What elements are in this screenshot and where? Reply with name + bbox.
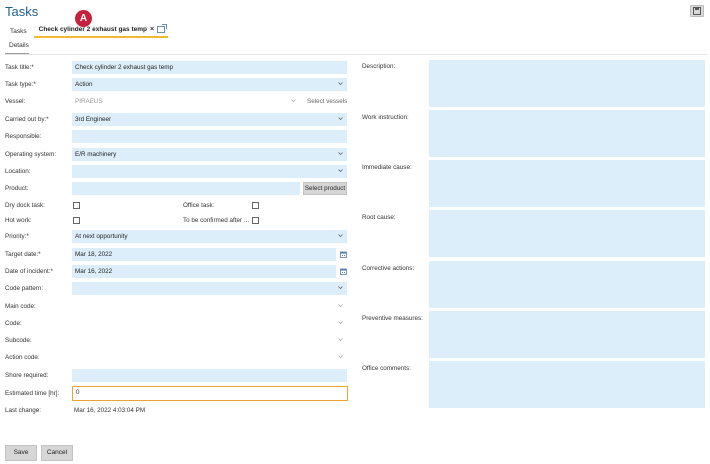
task-type-value: Action <box>75 81 93 88</box>
task-title-input[interactable]: Check cylinder 2 exhaust gas temp <box>72 61 347 74</box>
target-date-input[interactable]: Mar 18, 2022 <box>72 248 336 261</box>
preventive-measures-textarea[interactable] <box>429 311 705 358</box>
priority-value: At next opportunity <box>75 233 128 240</box>
vessel-label: Vessel: <box>5 98 26 105</box>
target-date-label: Target date:* <box>5 251 41 258</box>
root-cause-textarea[interactable] <box>429 210 705 257</box>
responsible-label: Responsible: <box>5 133 42 140</box>
operating-system-value: E/R machinery <box>75 151 117 158</box>
tab-active-task[interactable]: Check cylinder 2 exhaust gas temp × <box>33 24 169 38</box>
hot-work-label: Hot work: <box>5 217 32 224</box>
tab-active-label: Check cylinder 2 exhaust gas temp <box>38 26 148 33</box>
corrective-actions-textarea[interactable] <box>429 261 705 308</box>
save-button[interactable]: Save <box>5 445 37 461</box>
select-vessels-button[interactable]: Select vessels <box>307 95 347 108</box>
close-icon[interactable]: × <box>150 26 154 33</box>
task-title-value: Check cylinder 2 exhaust gas temp <box>75 64 174 71</box>
popout-icon[interactable] <box>157 24 168 33</box>
location-select[interactable] <box>72 165 347 178</box>
carried-out-by-value: 3rd Engineer <box>75 116 112 123</box>
task-title-label: Task title:* <box>5 64 34 71</box>
hot-work-checkbox[interactable] <box>73 217 80 224</box>
vessel-select[interactable]: PIRAEUS <box>72 95 300 108</box>
chevron-down-icon <box>291 98 296 103</box>
preventive-measures-label: Preventive measures: <box>362 315 423 322</box>
chevron-down-icon <box>338 354 343 359</box>
page-title: Tasks <box>5 4 39 19</box>
responsible-input[interactable] <box>72 130 347 143</box>
vessel-value: PIRAEUS <box>75 98 103 105</box>
code-pattern-select[interactable] <box>72 282 347 295</box>
product-label: Product: <box>5 185 29 192</box>
chevron-down-icon <box>338 303 343 308</box>
to-be-confirmed-label: To be confirmed after ... <box>183 217 250 224</box>
priority-select[interactable]: At next opportunity <box>72 230 347 243</box>
calendar-icon[interactable] <box>340 251 347 258</box>
chevron-down-icon <box>338 285 343 290</box>
operating-system-label: Operating system: <box>5 151 57 158</box>
product-input[interactable] <box>72 182 300 195</box>
action-code-label: Action code: <box>5 354 40 361</box>
main-code-select[interactable] <box>72 300 347 313</box>
chevron-down-icon <box>338 320 343 325</box>
carried-out-by-select[interactable]: 3rd Engineer <box>72 113 347 126</box>
description-textarea[interactable] <box>429 60 705 107</box>
to-be-confirmed-checkbox[interactable] <box>252 217 259 224</box>
shore-required-label: Shore required: <box>5 372 49 379</box>
tab-details[interactable]: Details <box>5 40 29 54</box>
immediate-cause-textarea[interactable] <box>429 160 705 207</box>
date-of-incident-label: Date of incident:* <box>5 268 53 275</box>
cancel-button[interactable]: Cancel <box>41 445 73 461</box>
code-label: Code: <box>5 320 22 327</box>
target-date-value: Mar 18, 2022 <box>75 251 113 258</box>
date-of-incident-input[interactable]: Mar 16, 2022 <box>72 265 336 278</box>
estimated-time-label: Estimated time [hr]: <box>5 390 60 397</box>
divider <box>5 54 707 55</box>
work-instruction-label: Work instruction: <box>362 114 409 121</box>
subcode-select[interactable] <box>72 334 347 347</box>
last-change-value: Mar 16, 2022 4:03:04 PM <box>74 407 146 414</box>
carried-out-by-label: Carried out by:* <box>5 116 49 123</box>
office-task-checkbox[interactable] <box>252 202 259 209</box>
estimated-time-value: 0 <box>76 389 80 396</box>
office-comments-textarea[interactable] <box>429 361 705 408</box>
work-instruction-textarea[interactable] <box>429 110 705 157</box>
corrective-actions-label: Corrective actions: <box>362 265 415 272</box>
dry-dock-task-checkbox[interactable] <box>73 202 80 209</box>
task-type-label: Task type:* <box>5 81 36 88</box>
chevron-down-icon <box>338 81 343 86</box>
chevron-down-icon <box>338 233 343 238</box>
estimated-time-input[interactable]: 0 <box>72 386 348 401</box>
description-label: Description: <box>362 63 396 70</box>
root-cause-label: Root cause: <box>362 214 396 221</box>
code-select[interactable] <box>72 317 347 330</box>
chevron-down-icon <box>338 168 343 173</box>
floppy-icon <box>693 7 701 15</box>
office-comments-label: Office comments: <box>362 365 411 372</box>
chevron-down-icon <box>338 116 343 121</box>
chevron-down-icon <box>338 337 343 342</box>
last-change-label: Last change: <box>5 407 42 414</box>
subcode-label: Subcode: <box>5 337 32 344</box>
action-code-select[interactable] <box>72 351 347 364</box>
chevron-down-icon <box>338 151 343 156</box>
main-code-label: Main code: <box>5 303 36 310</box>
office-task-label: Office task: <box>183 202 215 209</box>
tab-tasks[interactable]: Tasks <box>5 28 32 38</box>
select-product-button[interactable]: Select product <box>303 182 347 195</box>
immediate-cause-label: Immediate cause: <box>362 164 412 171</box>
calendar-icon[interactable] <box>340 268 347 275</box>
location-label: Location: <box>5 168 31 175</box>
priority-label: Priority:* <box>5 233 29 240</box>
tab-bar: Tasks Check cylinder 2 exhaust gas temp … <box>5 24 169 38</box>
save-layout-button[interactable] <box>690 5 704 17</box>
code-pattern-label: Code pattern: <box>5 285 44 292</box>
dry-dock-task-label: Dry dock task: <box>5 202 45 209</box>
task-type-select[interactable]: Action <box>72 78 347 91</box>
date-of-incident-value: Mar 16, 2022 <box>75 268 113 275</box>
operating-system-select[interactable]: E/R machinery <box>72 148 347 161</box>
shore-required-input[interactable] <box>72 369 347 382</box>
